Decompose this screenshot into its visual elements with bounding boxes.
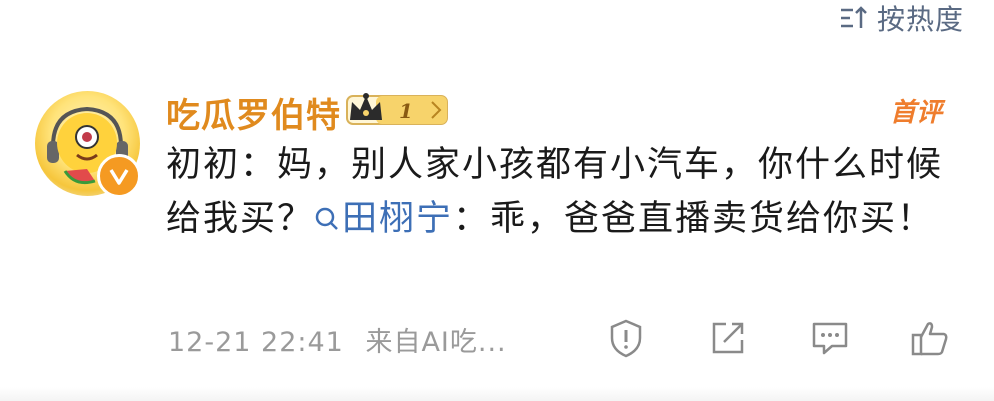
mention-link[interactable]: 田栩宁 (314, 199, 453, 239)
first-comment-tag: 首评 (889, 98, 942, 128)
sort-by-hot-button[interactable]: 按热度 (839, 0, 964, 36)
comment-screen: 按热度 吃瓜罗伯特 1 首评 初初：妈，别人家小孩都有小汽车，你什么时候给我买？… (0, 0, 994, 401)
comment-actions (0, 318, 994, 362)
verified-badge-icon (97, 154, 141, 198)
share-icon[interactable] (708, 318, 748, 358)
fan-level: 1 (399, 99, 413, 123)
comment-content: 初初：妈，别人家小孩都有小汽车，你什么时候给我买？ 田栩宁：乖，爸爸直播卖货给你买… (166, 138, 956, 246)
username[interactable]: 吃瓜罗伯特 (166, 88, 341, 137)
mention-name: 田栩宁 (342, 199, 454, 239)
comment-text-rest: ：乖，爸爸直播卖货给你买！ (453, 199, 935, 239)
bottom-divider (0, 387, 994, 401)
like-icon[interactable] (910, 318, 950, 358)
search-icon (315, 207, 338, 230)
sort-label: 按热度 (876, 3, 964, 36)
fan-level-badge: 1 (346, 93, 448, 125)
shield-icon[interactable] (606, 318, 646, 358)
comment-icon[interactable] (810, 318, 850, 358)
sort-icon (840, 6, 867, 28)
